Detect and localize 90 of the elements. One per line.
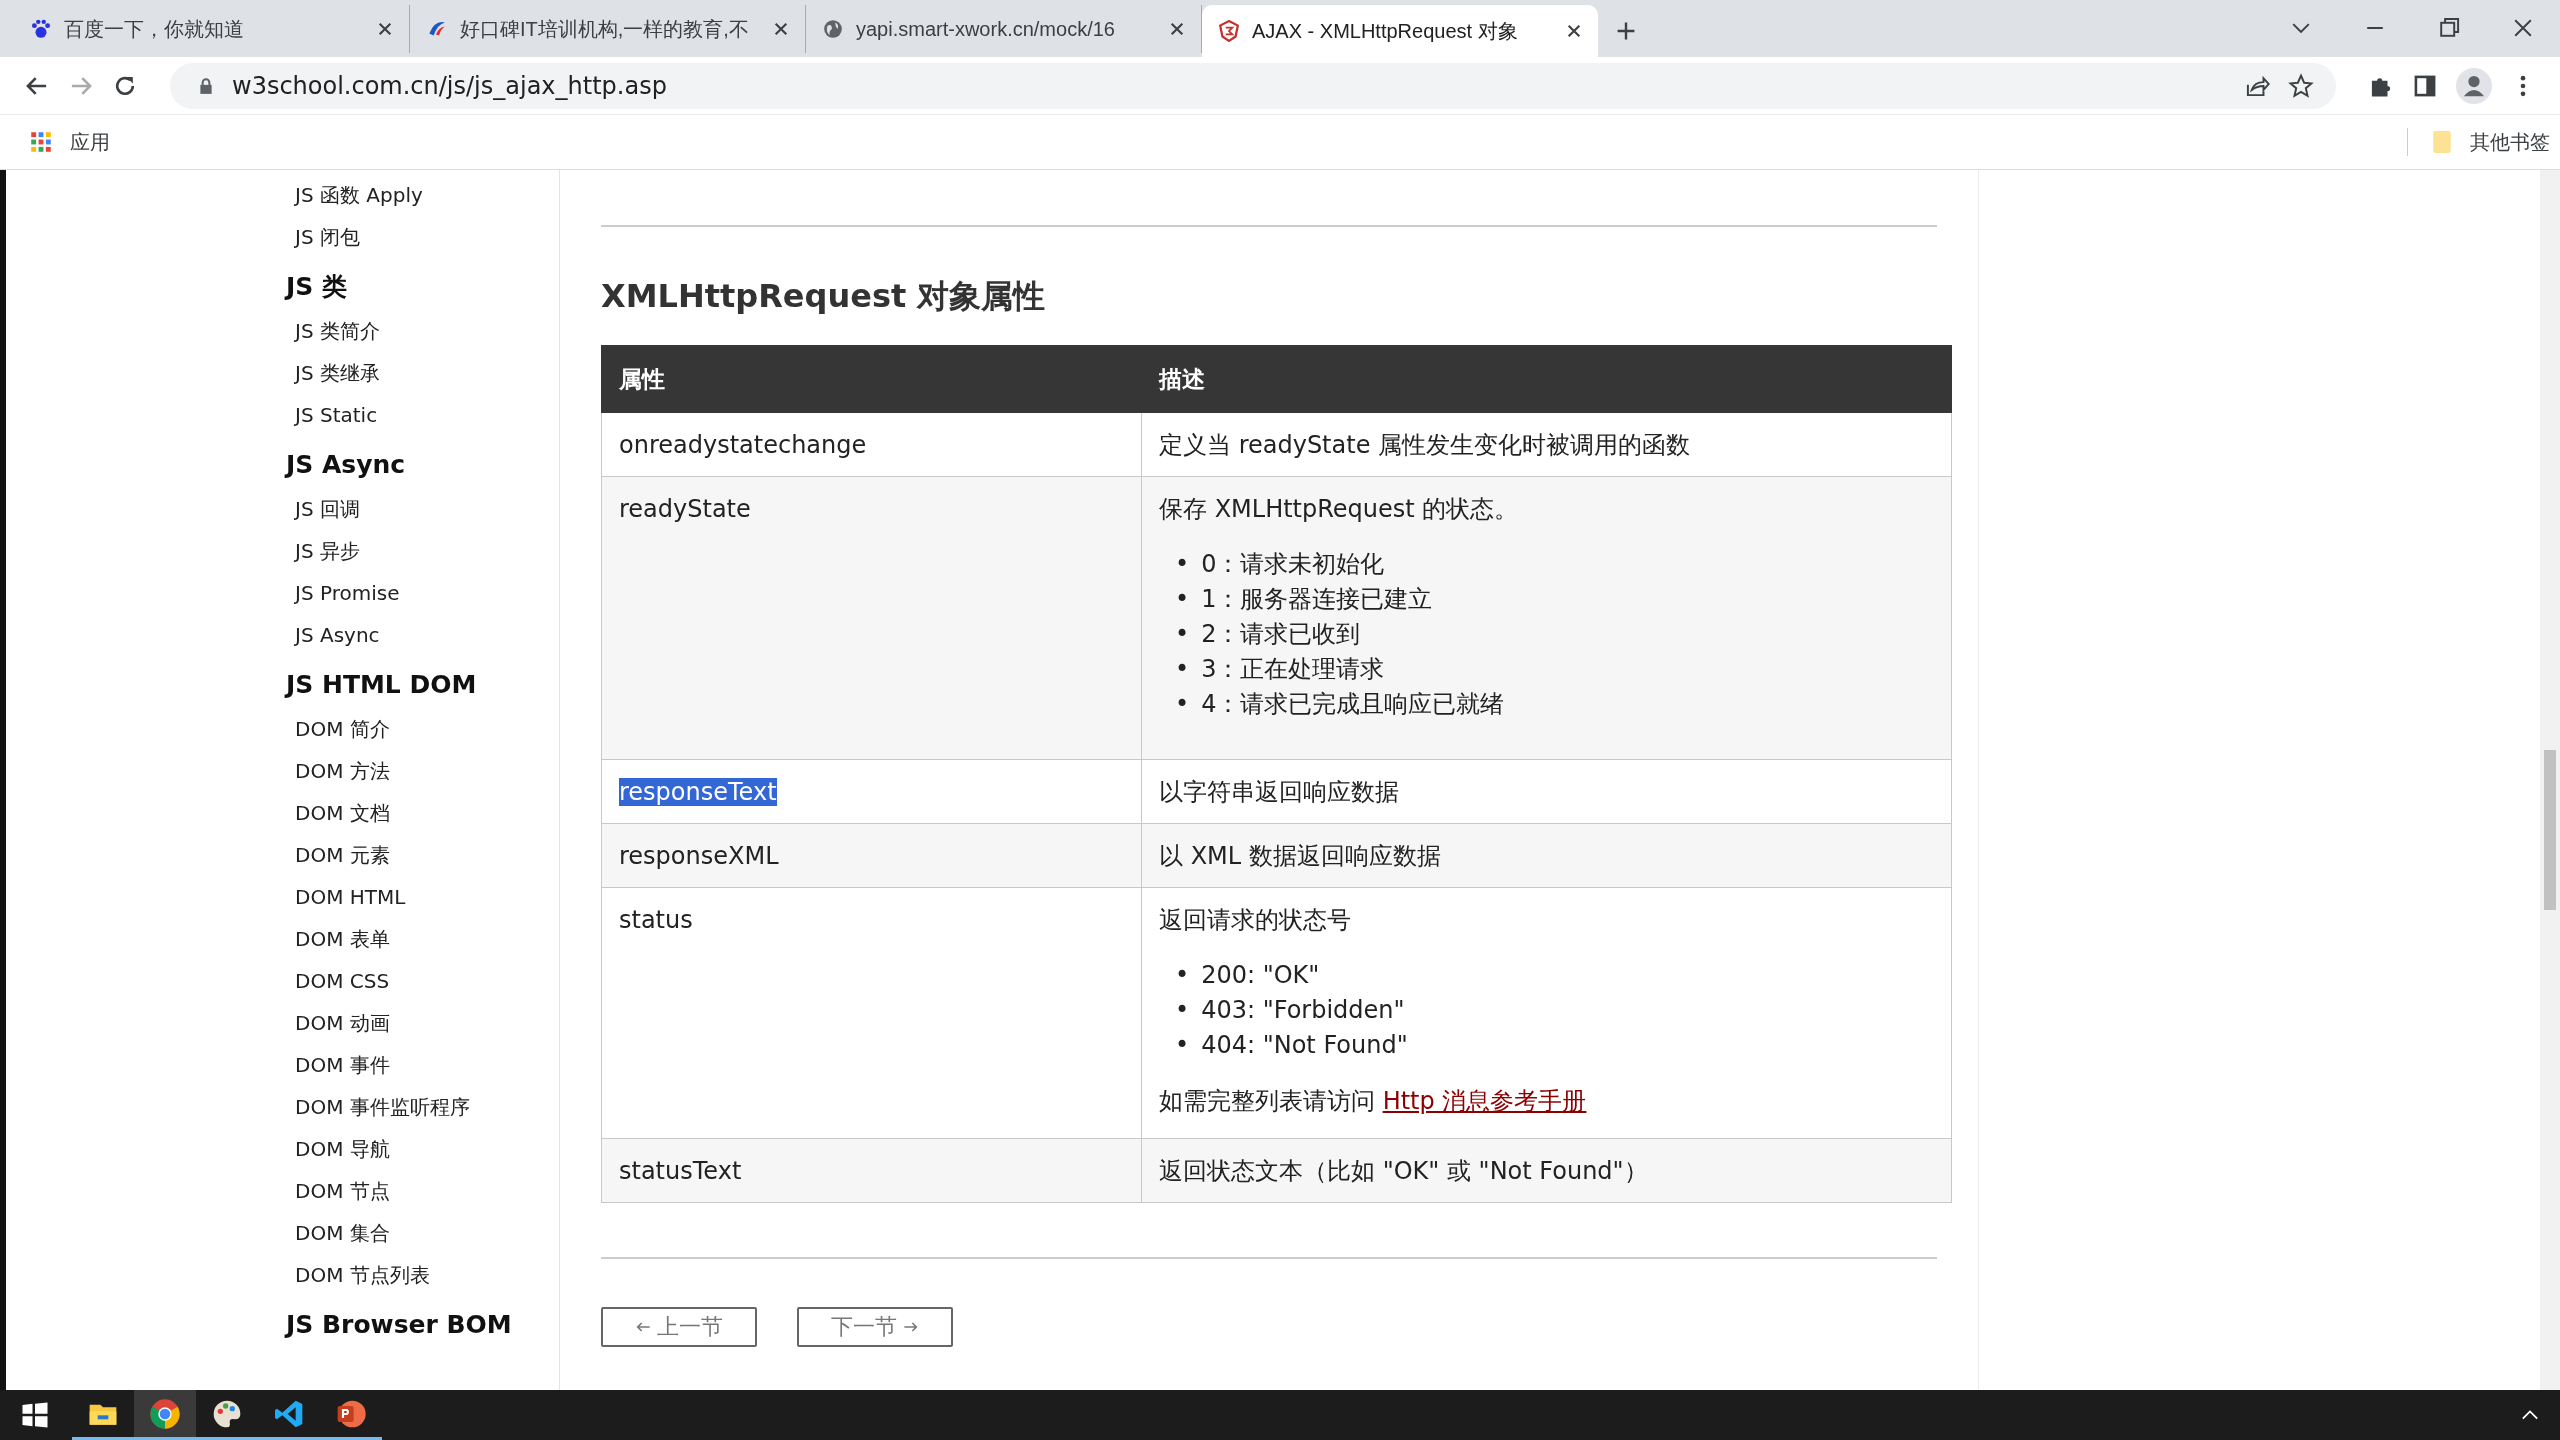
list-item: 404: "Not Found" (1201, 1030, 1408, 1061)
bullet-marker: • (1175, 584, 1190, 615)
bullet-marker: • (1175, 960, 1190, 991)
tab-title: AJAX - XMLHttpRequest 对象 (1252, 18, 1519, 44)
apps-bookmark[interactable]: 应用 (30, 128, 110, 156)
sidebar-link[interactable]: JS Static (286, 394, 559, 436)
sidebar-heading: JS Async (286, 449, 407, 481)
description-text: 定义当 readyState 属性发生变化时被调用的函数 (1159, 430, 1692, 461)
list-item: 3：正在处理请求 (1201, 654, 1385, 685)
sidebar-heading: JS HTML DOM (286, 669, 478, 701)
sidebar-link[interactable]: DOM 集合 (286, 1212, 559, 1254)
description-text: 以 XML 数据返回响应数据 (1159, 841, 1442, 872)
sidebar-link[interactable]: DOM 事件监听程序 (286, 1086, 559, 1128)
bullet-marker: • (1175, 1030, 1190, 1061)
property-name: onreadystatechange (619, 431, 867, 459)
list-item: 4：请求已完成且响应已就绪 (1201, 689, 1505, 720)
other-bookmarks[interactable]: 其他书签 (2432, 128, 2550, 156)
sidebar-link[interactable]: DOM 节点列表 (286, 1254, 559, 1296)
bullet-marker: • (1175, 654, 1190, 685)
paw-icon (30, 18, 52, 40)
address-bar[interactable]: w3school.com.cn/js/js_ajax_http.asp (170, 62, 2336, 109)
taskbar-app[interactable] (134, 1390, 196, 1440)
next-button[interactable]: 下一节 (797, 1307, 953, 1347)
property-name: readyState (619, 495, 751, 523)
reference-link[interactable]: Http 消息参考手册 (1382, 1087, 1587, 1115)
column-header: 描述 (1141, 345, 1952, 413)
section-heading: XMLHttpRequest 对象属性 (601, 276, 1047, 317)
list-item: 0：请求未初始化 (1201, 549, 1385, 580)
close-icon[interactable] (773, 21, 789, 37)
sidebar-link[interactable]: JS 闭包 (286, 216, 559, 258)
sidebar-link[interactable]: JS Async (286, 614, 559, 656)
sidebar-link[interactable]: JS Promise (286, 572, 559, 614)
folder-icon (2432, 130, 2452, 154)
sidebar-link[interactable]: JS 类简介 (286, 310, 559, 352)
close-icon[interactable] (1566, 23, 1582, 39)
browser-tab[interactable]: 好口碑IT培训机构,一样的教育,不 (410, 5, 806, 53)
property-name: status (619, 906, 693, 934)
tab-title: yapi.smart-xwork.cn/mock/16 (856, 17, 1116, 41)
close-icon[interactable] (1169, 21, 1185, 37)
sidebar-link[interactable]: DOM CSS (286, 960, 559, 1002)
shield-icon (1218, 20, 1240, 42)
property-name: responseText (619, 778, 777, 806)
sidebar-link[interactable]: DOM 简介 (286, 708, 559, 750)
sidebar-link[interactable]: DOM 导航 (286, 1128, 559, 1170)
list-item: 1：服务器连接已建立 (1201, 584, 1433, 615)
sidebar-link[interactable]: JS 异步 (286, 530, 559, 572)
tab-title: 好口碑IT培训机构,一样的教育,不 (460, 16, 750, 42)
lock-icon (198, 76, 214, 95)
sidebar-link[interactable]: JS 回调 (286, 488, 559, 530)
url-text: w3school.com.cn/js/js_ajax_http.asp (232, 71, 667, 100)
star-icon[interactable] (2288, 72, 2314, 99)
bullet-marker: • (1175, 619, 1190, 650)
profile-icon[interactable] (2456, 67, 2492, 104)
tab-title: 百度一下，你就知道 (64, 16, 245, 42)
sidebar-link[interactable]: DOM 方法 (286, 750, 559, 792)
sidebar-link[interactable]: DOM 文档 (286, 792, 559, 834)
sidebar-link[interactable]: DOM 表单 (286, 918, 559, 960)
sidebar-heading: JS 类 (286, 271, 348, 303)
sidebar-link[interactable]: JS 函数 Apply (286, 174, 559, 216)
sidebar-heading: JS Browser BOM (286, 1309, 513, 1341)
sidebar-link[interactable]: JS 类继承 (286, 352, 559, 394)
bullet-marker: • (1175, 995, 1190, 1026)
previous-button[interactable]: 上一节 (601, 1307, 757, 1347)
description-text: 以字符串返回响应数据 (1159, 777, 1400, 808)
column-header: 属性 (601, 345, 1142, 413)
note-text: 如需完整列表请访问 Http 消息参考手册 (1159, 1086, 1588, 1117)
description-text: 返回请求的状态号 (1159, 905, 1352, 936)
sidebar-link[interactable]: DOM 动画 (286, 1002, 559, 1044)
browser-tab[interactable]: yapi.smart-xwork.cn/mock/16 (806, 5, 1202, 53)
list-item: 2：请求已收到 (1201, 619, 1361, 650)
close-icon[interactable] (377, 21, 393, 37)
sidebar-link[interactable]: DOM 元素 (286, 834, 559, 876)
property-name: responseXML (619, 842, 779, 870)
globe-icon (822, 18, 844, 40)
scrollbar[interactable] (2540, 170, 2560, 1390)
sidebar-link[interactable]: DOM 事件 (286, 1044, 559, 1086)
browser-tab[interactable]: AJAX - XMLHttpRequest 对象 (1202, 5, 1598, 57)
browser-tab[interactable]: 百度一下，你就知道 (14, 5, 410, 53)
bullet-marker: • (1175, 549, 1190, 580)
list-item: 200: "OK" (1201, 960, 1320, 991)
description-text: 保存 XMLHttpRequest 的状态。 (1159, 494, 1520, 525)
sidebar-link[interactable]: DOM 节点 (286, 1170, 559, 1212)
grid-icon (30, 131, 52, 153)
chrome-icon (149, 1397, 181, 1430)
description-text: 返回状态文本（比如 "OK" 或 "Not Found"） (1159, 1156, 1649, 1187)
list-item: 403: "Forbidden" (1201, 995, 1405, 1026)
bullet-marker: • (1175, 689, 1190, 720)
windows-start-icon[interactable] (20, 1400, 50, 1430)
sidebar-link[interactable]: DOM HTML (286, 876, 559, 918)
property-name: statusText (619, 1157, 742, 1185)
